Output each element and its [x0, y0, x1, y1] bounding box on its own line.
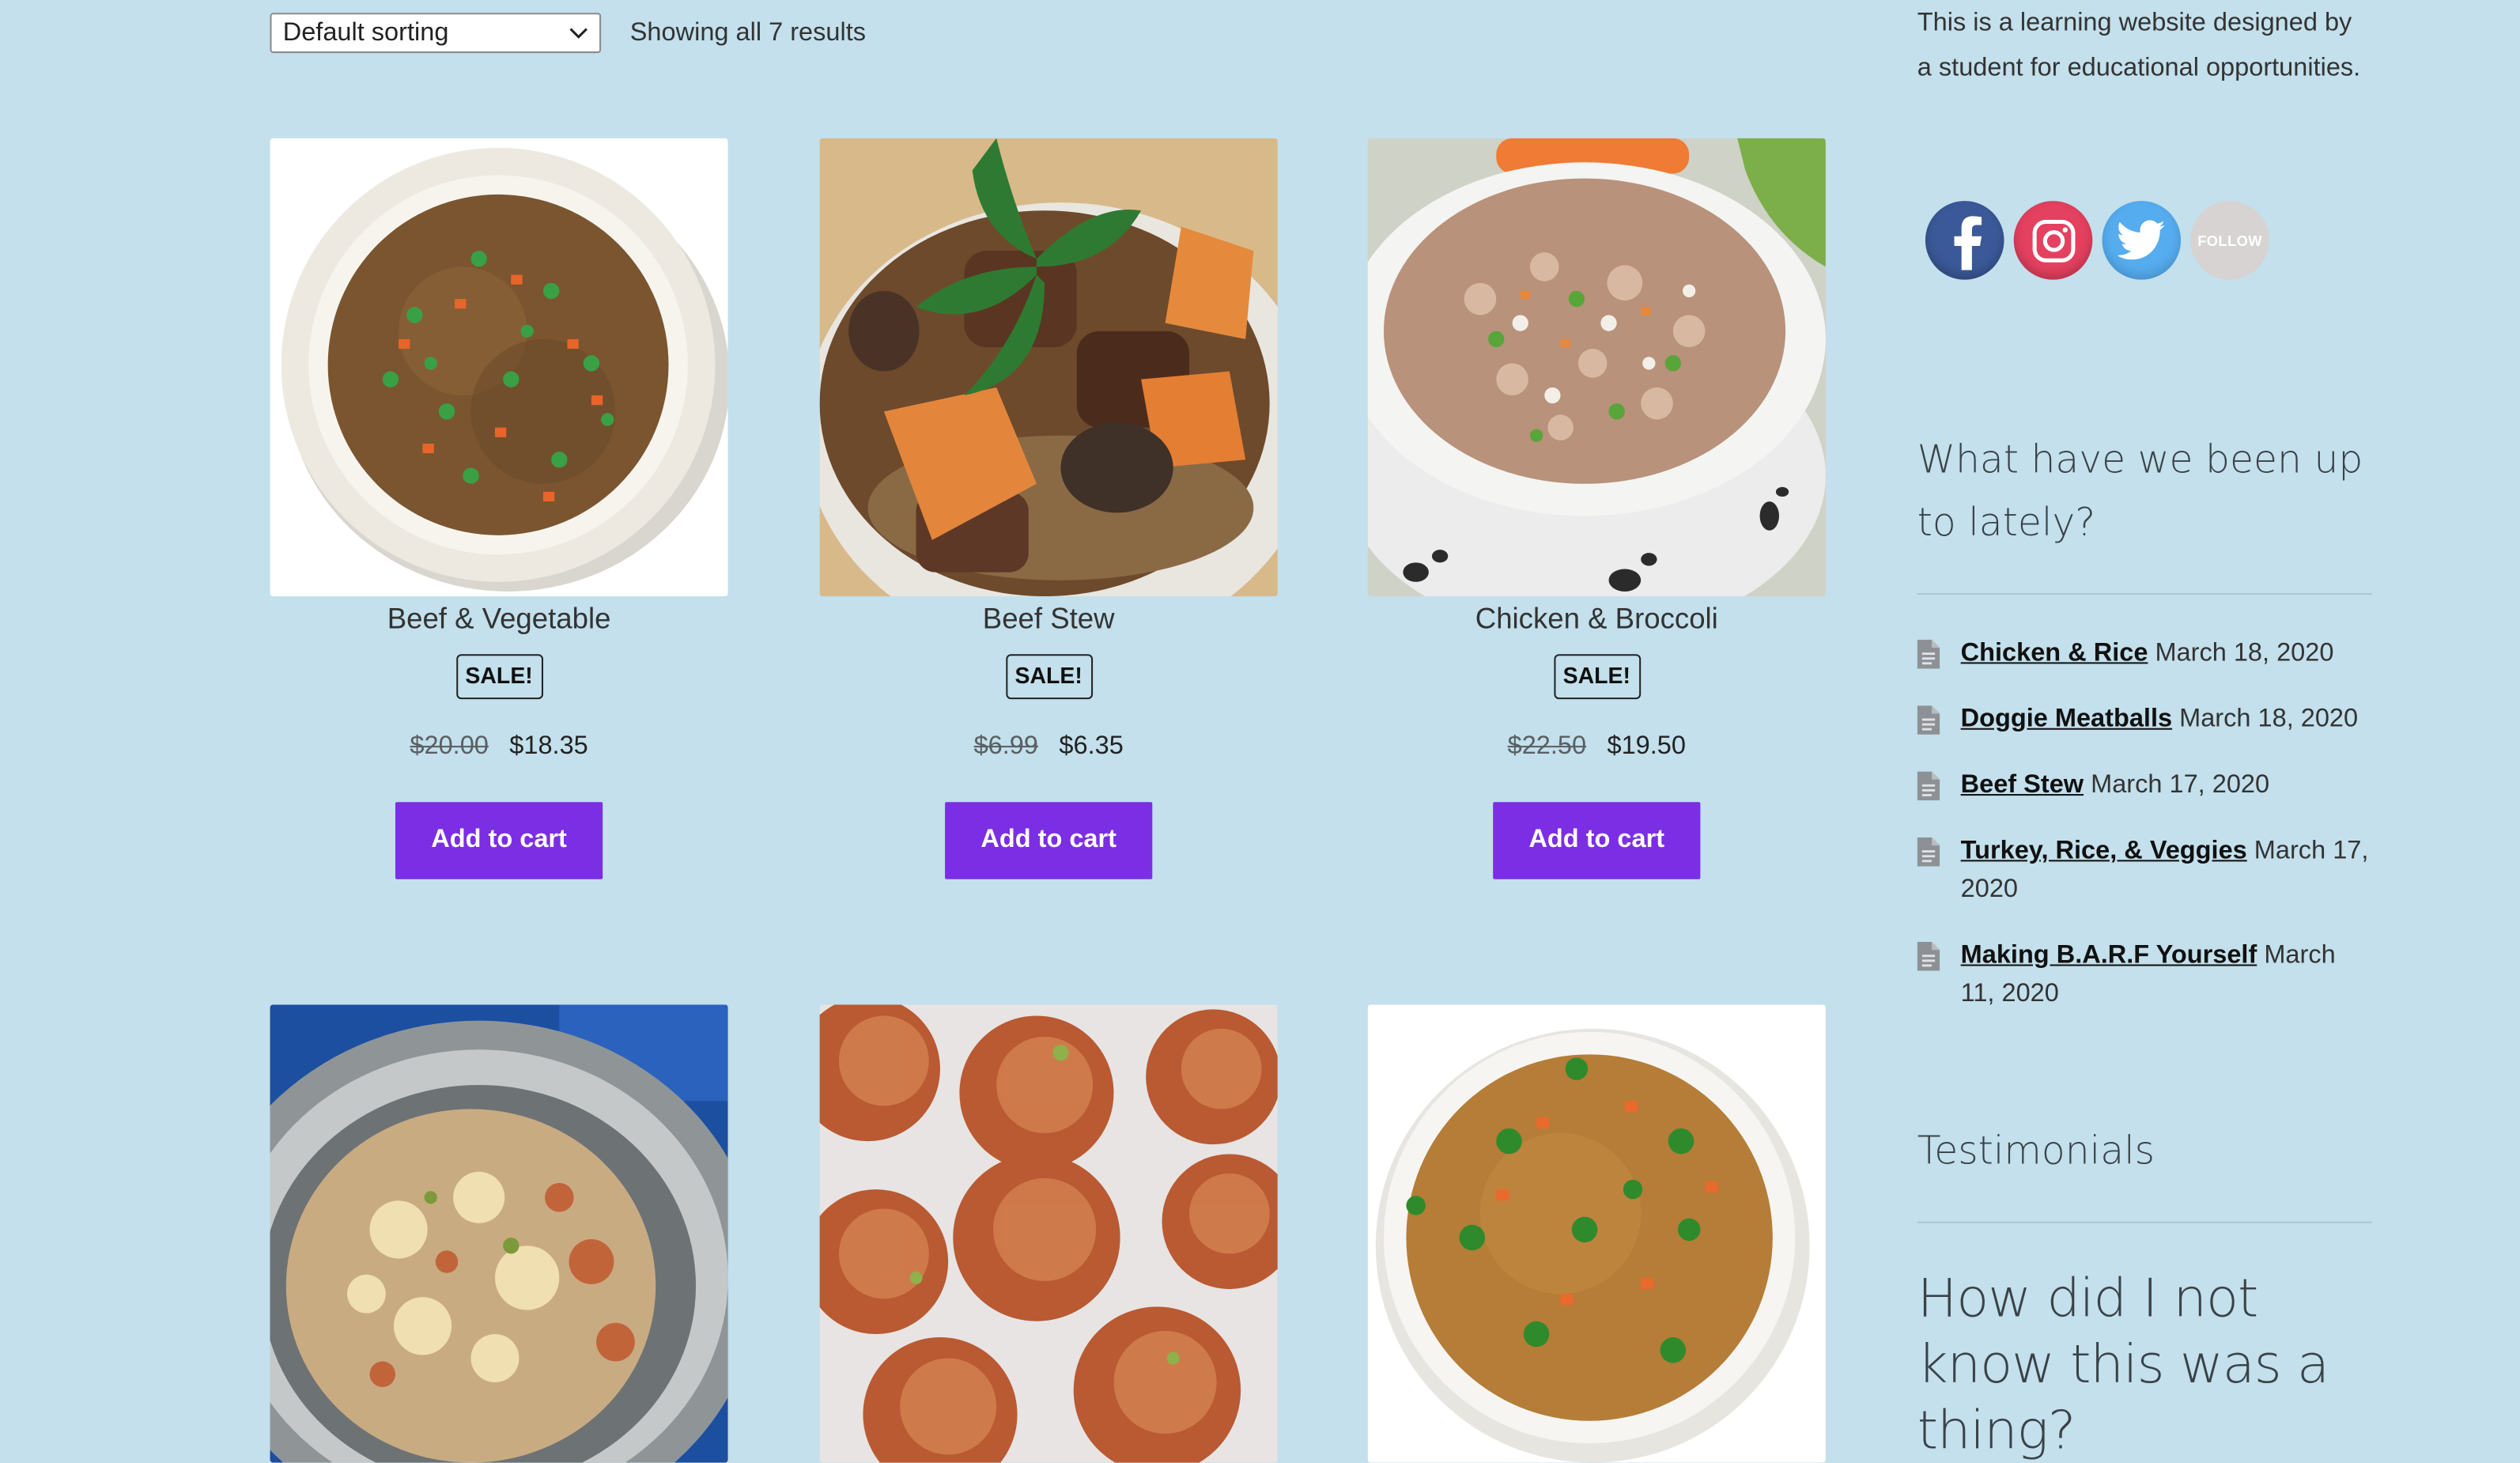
document-icon — [1917, 771, 1940, 814]
sale-badge: SALE! — [1553, 654, 1641, 700]
product-card: Beef Stew SALE! $6.99 $6.35 Add to cart — [819, 138, 1278, 879]
product-card — [819, 1004, 1278, 1463]
sorting-select[interactable]: Default sorting — [270, 13, 602, 54]
post-link[interactable]: Chicken & Rice — [1961, 640, 2148, 667]
original-price: $6.99 — [973, 732, 1038, 761]
product-price: $6.99 $6.35 — [820, 730, 1278, 766]
divider — [1917, 592, 2372, 595]
product-image[interactable] — [270, 138, 728, 597]
product-image[interactable] — [1367, 1004, 1826, 1463]
list-item: Chicken & Rice March 18, 2020 — [1917, 635, 2372, 674]
list-item: Beef Stew March 17, 2020 — [1917, 767, 2372, 806]
product-card — [270, 1004, 728, 1463]
sale-price: $19.50 — [1607, 732, 1686, 761]
social-icons: FOLLOW — [1925, 201, 2269, 280]
follow-label: FOLLOW — [2197, 232, 2262, 249]
document-icon — [1917, 942, 1940, 984]
original-price: $22.50 — [1507, 732, 1587, 761]
follow-icon[interactable]: FOLLOW — [2190, 201, 2269, 280]
add-to-cart-button[interactable]: Add to cart — [945, 802, 1153, 879]
sale-badge: SALE! — [1005, 654, 1093, 700]
product-price: $22.50 $19.50 — [1368, 730, 1826, 766]
post-link[interactable]: Turkey, Rice, & Veggies — [1961, 837, 2247, 865]
product-price: $20.00 $18.35 — [270, 730, 727, 766]
product-card: Chicken & Broccoli SALE! $22.50 $19.50 Ad… — [1367, 138, 1826, 879]
testimonials-title: Testimonials — [1917, 1128, 2155, 1174]
sorting-selected-value: Default sorting — [282, 18, 449, 46]
sale-price: $18.35 — [509, 732, 588, 761]
recent-posts-title: What have we been up to lately? — [1917, 437, 2363, 546]
facebook-icon[interactable] — [1925, 201, 2004, 280]
list-item: Doggie Meatballs March 18, 2020 — [1917, 701, 2372, 739]
product-name[interactable]: Beef & Vegetable — [270, 599, 727, 638]
recent-posts-list: Chicken & Rice March 18, 2020 Doggie Mea… — [1917, 635, 2372, 1041]
product-name[interactable]: Beef Stew — [820, 599, 1278, 638]
twitter-icon[interactable] — [2102, 201, 2182, 280]
content-root: Default sorting Showing all 7 results Be… — [0, 0, 2520, 1463]
list-item: Making B.A.R.F Yourself March 11, 2020 — [1917, 937, 2372, 1015]
product-image[interactable] — [270, 1004, 728, 1463]
post-date: March 18, 2020 — [2179, 705, 2359, 733]
post-link[interactable]: Beef Stew — [1961, 772, 2084, 800]
chevron-down-icon — [569, 23, 588, 42]
product-image[interactable] — [1367, 138, 1826, 597]
sale-price: $6.35 — [1059, 732, 1124, 761]
shop-toolbar: Default sorting Showing all 7 results — [270, 13, 867, 54]
product-card — [1367, 1004, 1826, 1463]
product-card: Beef & Vegetable SALE! $20.00 $18.35 Add … — [270, 138, 728, 879]
result-count: Showing all 7 results — [629, 18, 867, 46]
document-icon — [1917, 639, 1940, 682]
add-to-cart-button[interactable]: Add to cart — [1493, 802, 1701, 879]
list-item: Turkey, Rice, & Veggies March 17, 2020 — [1917, 833, 2372, 910]
product-image[interactable] — [819, 138, 1278, 597]
post-date: March 18, 2020 — [2155, 639, 2334, 667]
divider — [1917, 1221, 2372, 1223]
instagram-icon[interactable] — [2013, 201, 2093, 280]
document-icon — [1917, 837, 1940, 879]
about-text: This is a learning website designed by a… — [1917, 9, 2361, 82]
sidebar: This is a learning website designed by a… — [1917, 0, 2372, 1461]
post-date: March 17, 2020 — [2091, 771, 2270, 800]
testimonial-quote: How did I not know this was a thing? — [1917, 1266, 2329, 1461]
post-link[interactable]: Making B.A.R.F Yourself — [1961, 942, 2257, 970]
add-to-cart-button[interactable]: Add to cart — [395, 802, 603, 879]
original-price: $20.00 — [410, 732, 489, 761]
page: Default sorting Showing all 7 results Be… — [0, 0, 2520, 1463]
post-link[interactable]: Doggie Meatballs — [1961, 705, 2172, 733]
sale-badge: SALE! — [455, 654, 542, 700]
product-name[interactable]: Chicken & Broccoli — [1368, 599, 1826, 638]
product-image[interactable] — [819, 1004, 1278, 1463]
document-icon — [1917, 705, 1940, 747]
